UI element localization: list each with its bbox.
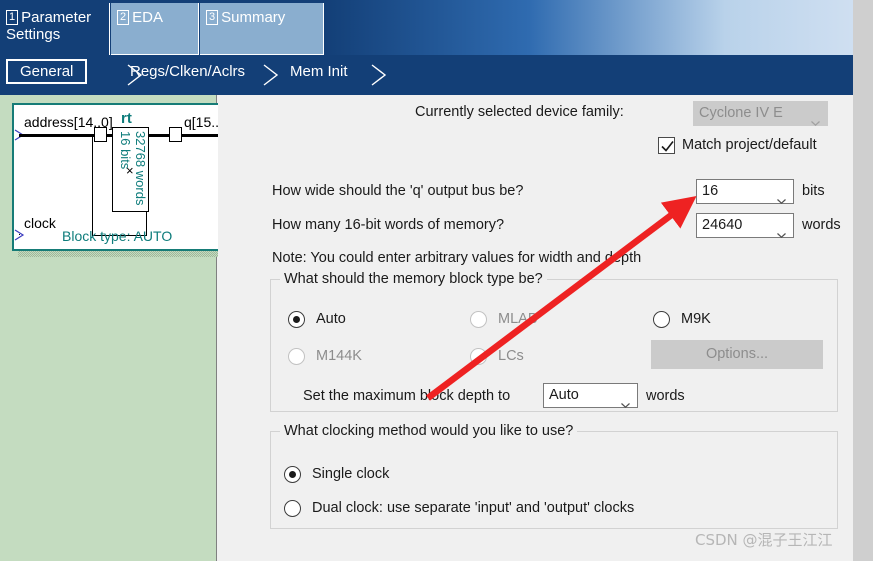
- memory-depth-select[interactable]: 24640: [696, 213, 794, 239]
- breadcrumb: General Regs/Clken/Aclrs Mem Init: [0, 55, 853, 95]
- breadcrumb-item-general[interactable]: General: [6, 59, 88, 84]
- match-project-default-checkbox[interactable]: [658, 137, 675, 154]
- symbol-instance-name: rt: [121, 110, 132, 127]
- output-width-question: How wide should the 'q' output bus be?: [272, 183, 524, 199]
- max-block-depth-select[interactable]: Auto: [543, 383, 638, 409]
- radio-dot-auto: [292, 315, 300, 323]
- chevron-right-icon-3: [366, 62, 392, 88]
- output-width-value: 16: [702, 183, 719, 199]
- right-gutter: [853, 0, 873, 561]
- input-register-symbol: [94, 127, 107, 142]
- chevron-down-icon-device-family: [811, 111, 820, 127]
- radio-label-m9k: M9K: [681, 311, 711, 327]
- parameter-settings-form: Currently selected device family: Cyclon…: [218, 95, 853, 561]
- wizard-tabstrip: 1 Parameter Settings 2 EDA 3 Summary: [0, 3, 853, 55]
- wire-clock-vert: [92, 135, 93, 236]
- megafunction-symbol: rt address[14..0] clock 16 bits 32768 wo…: [12, 103, 236, 251]
- block-type-options-button: Options...: [651, 340, 823, 369]
- tab-eda[interactable]: 2 EDA: [111, 3, 199, 55]
- radio-block-type-m9k[interactable]: [653, 311, 670, 328]
- tab-number-3: 3: [206, 10, 219, 25]
- symbol-preview-panel: rt address[14..0] clock 16 bits 32768 wo…: [0, 95, 240, 561]
- tab-parameter-settings[interactable]: 1 Parameter Settings: [0, 3, 110, 55]
- tab-label-summary: Summary: [221, 9, 286, 26]
- multiply-sign: ×: [126, 163, 134, 178]
- input-arrow-icon-clock: [14, 229, 28, 248]
- symbol-block-type-caption: Block type: AUTO: [62, 228, 173, 244]
- max-block-depth-unit: words: [646, 388, 685, 404]
- max-block-depth-label: Set the maximum block depth to: [303, 388, 511, 404]
- memory-depth-value: 24640: [702, 217, 743, 233]
- radio-block-type-auto[interactable]: [288, 311, 305, 328]
- breadcrumb-item-mem-init[interactable]: Mem Init: [290, 63, 348, 80]
- memory-block-type-legend: What should the memory block type be?: [280, 271, 547, 287]
- radio-label-single-clock: Single clock: [312, 466, 390, 482]
- max-block-depth-value: Auto: [549, 387, 579, 403]
- arbitrary-values-note: Note: You could enter arbitrary values f…: [272, 250, 642, 266]
- radio-label-m144k: M144K: [316, 348, 362, 364]
- radio-label-mlab: MLAB: [498, 311, 538, 327]
- radio-single-clock[interactable]: [284, 466, 301, 483]
- radio-label-dual-clock: Dual clock: use separate 'input' and 'ou…: [312, 500, 635, 516]
- tab-label-parameter-settings: Parameter Settings: [6, 9, 92, 43]
- quartus-megawizard-window: 1 Parameter Settings 2 EDA 3 Summary Genera…: [0, 0, 873, 561]
- radio-label-lcs: LCs: [498, 348, 524, 364]
- breadcrumb-item-regs-clken-aclrs[interactable]: Regs/Clken/Aclrs: [130, 63, 245, 80]
- tab-summary[interactable]: 3 Summary: [200, 3, 324, 55]
- watermark: CSDN @混子王江江: [695, 531, 833, 549]
- output-width-unit: bits: [802, 183, 825, 199]
- radio-block-type-m144k: [288, 348, 305, 365]
- tab-number-1: 1: [6, 10, 19, 25]
- radio-label-auto: Auto: [316, 311, 346, 327]
- memory-depth-unit: words: [802, 217, 841, 233]
- symbol-port-clock: clock: [24, 215, 56, 231]
- radio-dual-clock[interactable]: [284, 500, 301, 517]
- chevron-down-icon-max-depth: [621, 393, 630, 409]
- memory-depth-question: How many 16-bit words of memory?: [272, 217, 505, 233]
- chevron-right-icon-2: [258, 62, 284, 88]
- clocking-method-legend: What clocking method would you like to u…: [280, 423, 578, 439]
- input-register-edge: [94, 127, 107, 128]
- wizard-tab-header: 1 Parameter Settings 2 EDA 3 Summary: [0, 0, 853, 55]
- memory-depth-label: 32768 words: [133, 131, 148, 206]
- radio-block-type-lcs: [470, 348, 487, 365]
- device-family-label: Currently selected device family:: [415, 104, 624, 120]
- wire-clock-stub: [19, 234, 20, 235]
- input-arrow-icon-address: [14, 129, 28, 148]
- radio-block-type-mlab: [470, 311, 487, 328]
- device-family-value: Cyclone IV E: [699, 105, 783, 121]
- match-project-default-label: Match project/default: [682, 137, 817, 153]
- chevron-down-icon-width: [777, 189, 786, 205]
- tab-number-2: 2: [117, 10, 130, 25]
- tab-label-eda: EDA: [132, 9, 163, 26]
- radio-dot-single-clock: [288, 470, 296, 478]
- chevron-down-icon-depth: [777, 223, 786, 239]
- output-width-select[interactable]: 16: [696, 179, 794, 205]
- device-family-select[interactable]: Cyclone IV E: [693, 101, 828, 127]
